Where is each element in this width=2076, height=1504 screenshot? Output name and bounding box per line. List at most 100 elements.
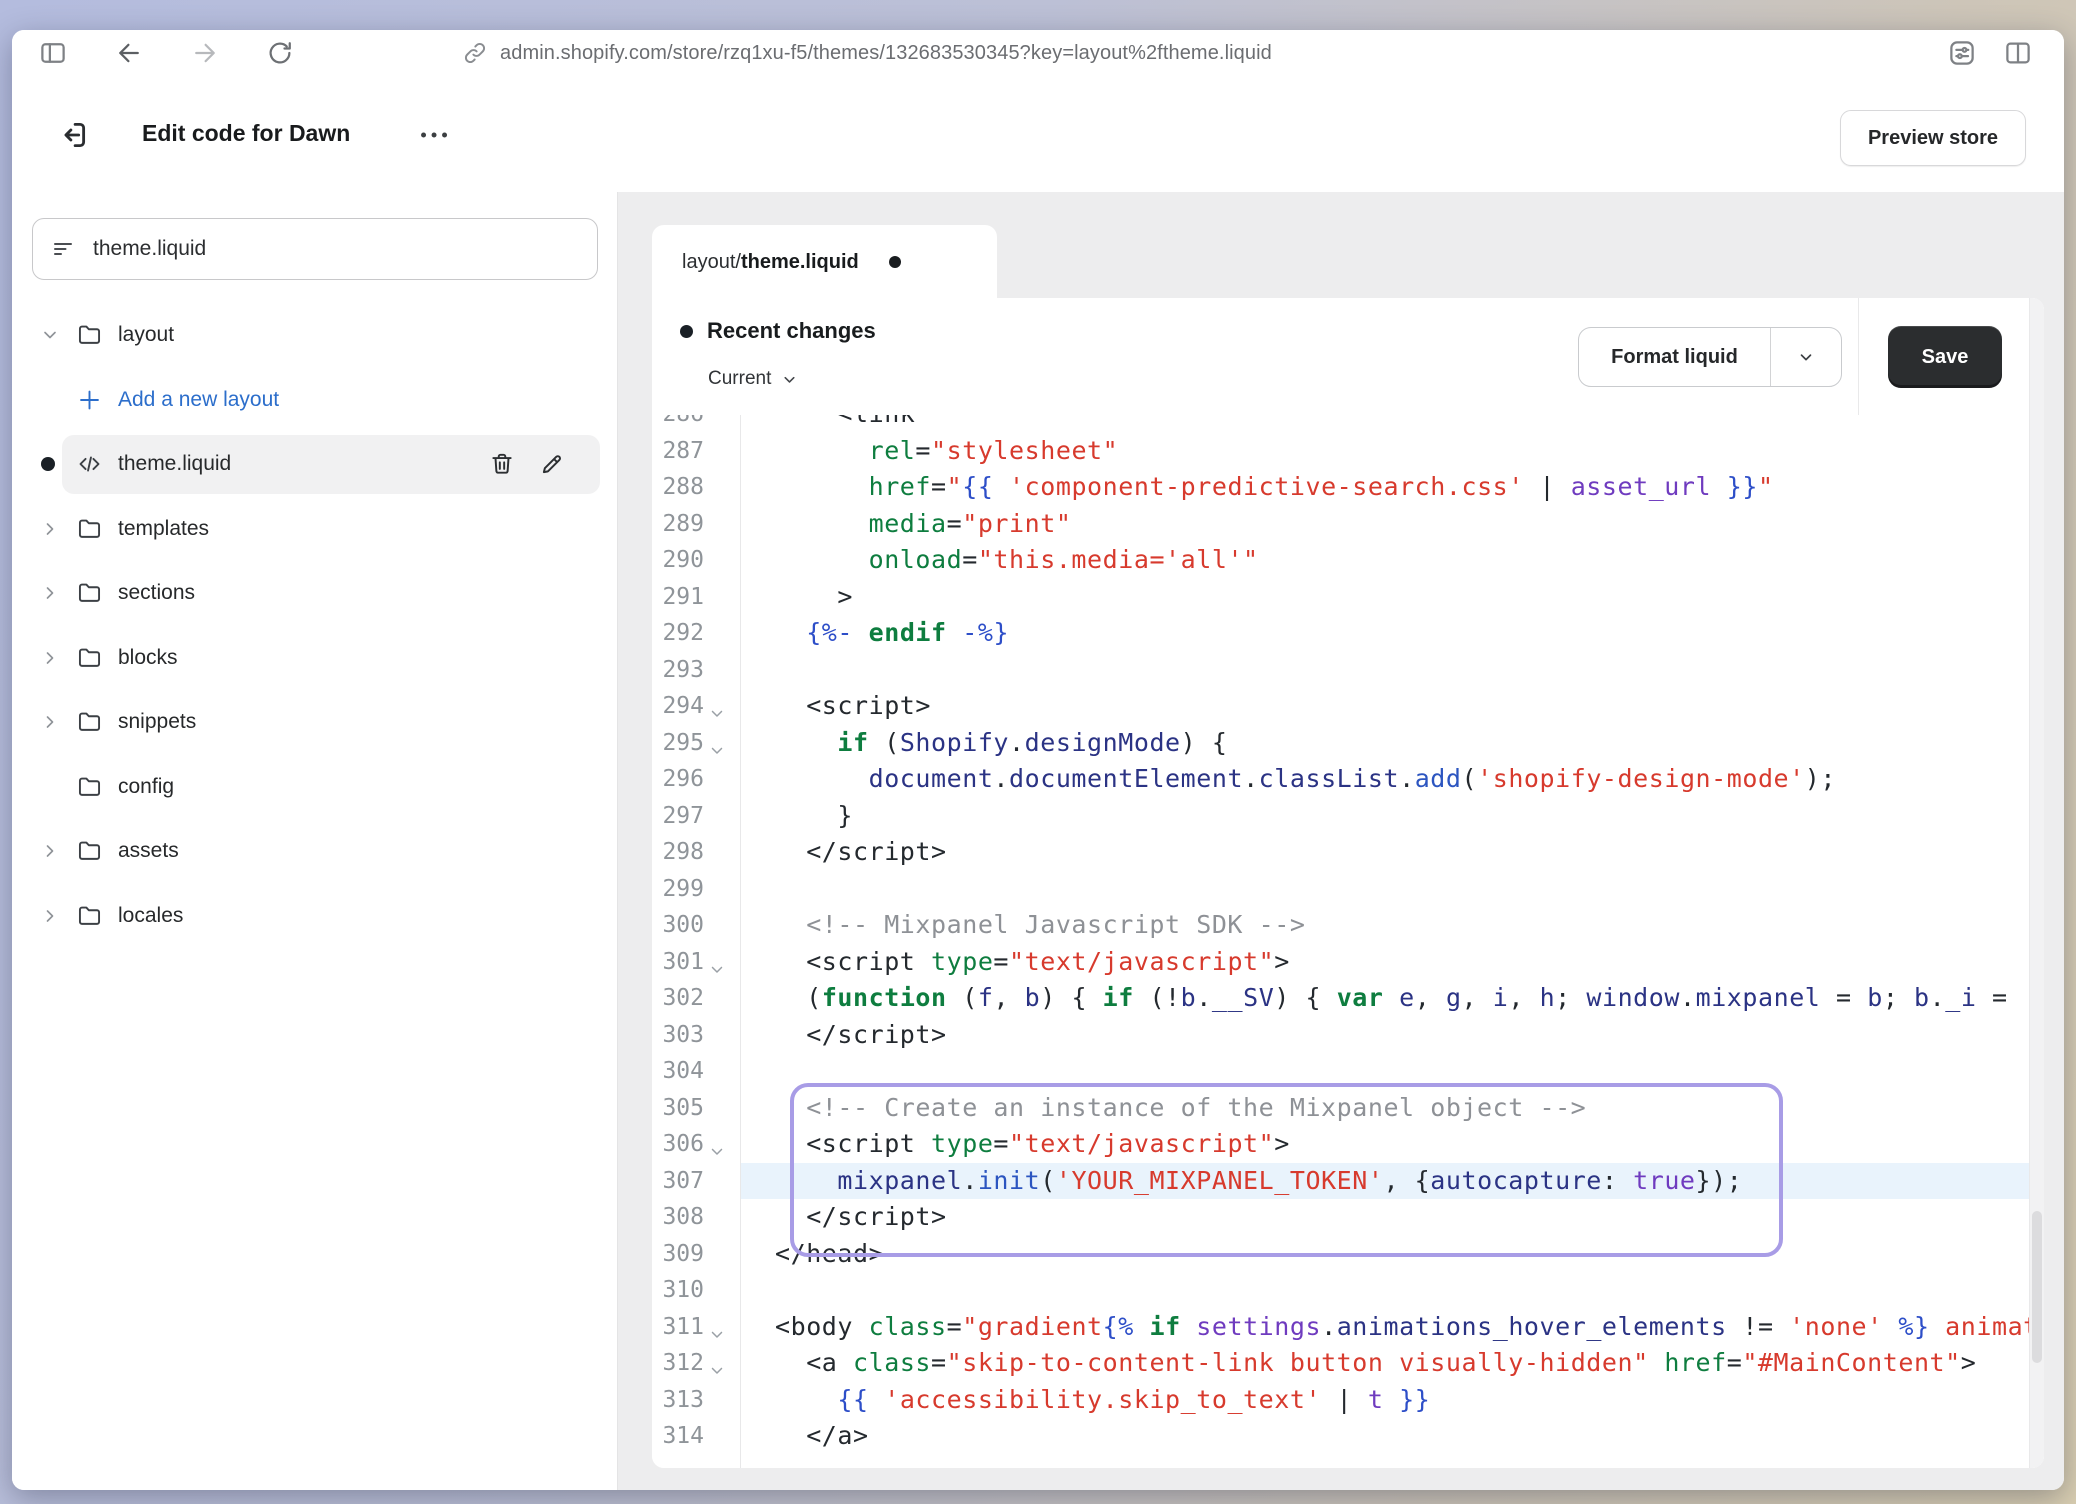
code-line-301[interactable]: 301 <script type="text/javascript">	[652, 944, 2044, 981]
tree-item-label: Add a new layout	[118, 388, 279, 412]
code-line-290[interactable]: 290 onload="this.media='all'"	[652, 542, 2044, 579]
delete-icon[interactable]	[489, 451, 515, 477]
code-line-294[interactable]: 294 <script>	[652, 688, 2044, 725]
chevron-right-icon[interactable]	[40, 648, 60, 668]
code-line-313[interactable]: 313 {{ 'accessibility.skip_to_text' | t …	[652, 1382, 2044, 1419]
line-number: 309	[652, 1236, 740, 1273]
tree-item-sections[interactable]: sections	[12, 561, 617, 626]
split-view-icon[interactable]	[2003, 38, 2033, 68]
code-line-310[interactable]: 310	[652, 1272, 2044, 1309]
url-bar[interactable]: admin.shopify.com/store/rzq1xu-f5/themes…	[462, 30, 1272, 76]
format-liquid-button[interactable]: Format liquid	[1578, 327, 1842, 387]
url-text: admin.shopify.com/store/rzq1xu-f5/themes…	[500, 42, 1272, 65]
folder-icon	[76, 902, 103, 929]
line-number: 305	[652, 1090, 740, 1127]
chevron-right-icon[interactable]	[40, 841, 60, 861]
code-line-300[interactable]: 300 <!-- Mixpanel Javascript SDK -->	[652, 907, 2044, 944]
chevron-right-icon[interactable]	[40, 712, 60, 732]
tree-item-templates[interactable]: templates	[12, 497, 617, 562]
back-icon[interactable]	[114, 38, 144, 68]
file-search-input[interactable]	[91, 236, 597, 262]
folder-icon	[76, 838, 103, 865]
code-line-306[interactable]: 306 <script type="text/javascript">	[652, 1126, 2044, 1163]
code-line-289[interactable]: 289 media="print"	[652, 506, 2044, 543]
fold-chevron-icon[interactable]	[708, 1318, 726, 1336]
format-options-caret[interactable]	[1770, 328, 1841, 386]
sidebar-toggle-icon[interactable]	[38, 38, 68, 68]
exit-editor-icon[interactable]	[56, 118, 90, 152]
code-line-287[interactable]: 287 rel="stylesheet"	[652, 433, 2044, 470]
code-line-311[interactable]: 311<body class="gradient{% if settings.a…	[652, 1309, 2044, 1346]
code-line-308[interactable]: 308 </script>	[652, 1199, 2044, 1236]
code-line-293[interactable]: 293	[652, 652, 2044, 689]
chevron-right-icon[interactable]	[40, 583, 60, 603]
code-line-312[interactable]: 312 <a class="skip-to-content-link butto…	[652, 1345, 2044, 1382]
save-button[interactable]: Save	[1888, 326, 2002, 388]
sidebar: layout Add a new layout theme.liquid templa…	[12, 192, 618, 1490]
preview-store-button[interactable]: Preview store	[1840, 110, 2026, 166]
code-line-content: <script type="text/javascript">	[740, 944, 2044, 981]
scrollbar-track[interactable]	[2029, 298, 2044, 1468]
tree-item-config[interactable]: config	[12, 755, 617, 820]
line-number: 286	[652, 415, 740, 433]
tree-item-theme-liquid[interactable]: theme.liquid	[12, 432, 617, 497]
chevron-right-icon[interactable]	[40, 906, 60, 926]
code-line-296[interactable]: 296 document.documentElement.classList.a…	[652, 761, 2044, 798]
tree-item-blocks[interactable]: blocks	[12, 626, 617, 691]
tree-item-add-a-new-layout[interactable]: Add a new layout	[12, 368, 617, 433]
tree-item-layout[interactable]: layout	[12, 303, 617, 368]
gutter-divider	[740, 415, 741, 1468]
code-line-291[interactable]: 291 >	[652, 579, 2044, 616]
code-line-297[interactable]: 297 }	[652, 798, 2044, 835]
code-line-content: <script>	[740, 688, 2044, 725]
file-search[interactable]	[32, 218, 598, 280]
tree-item-locales[interactable]: locales	[12, 884, 617, 949]
tree-item-snippets[interactable]: snippets	[12, 690, 617, 755]
code-line-content: if (Shopify.designMode) {	[740, 725, 2044, 762]
code-line-309[interactable]: 309</head>	[652, 1236, 2044, 1273]
code-line-295[interactable]: 295 if (Shopify.designMode) {	[652, 725, 2044, 762]
chevron-down-icon[interactable]	[40, 325, 60, 345]
line-number: 289	[652, 506, 740, 543]
line-number: 313	[652, 1382, 740, 1419]
code-editor[interactable]: 286 <link287 rel="stylesheet"288 href="{…	[652, 415, 2044, 1468]
more-menu-icon[interactable]	[414, 120, 456, 150]
code-line-303[interactable]: 303 </script>	[652, 1017, 2044, 1054]
fold-chevron-icon[interactable]	[708, 1136, 726, 1154]
code-line-304[interactable]: 304	[652, 1053, 2044, 1090]
page-settings-icon[interactable]	[1947, 38, 1977, 68]
tree-item-label: templates	[118, 517, 209, 541]
fold-chevron-icon[interactable]	[708, 698, 726, 716]
fold-chevron-icon[interactable]	[708, 734, 726, 752]
fold-chevron-icon[interactable]	[708, 953, 726, 971]
line-number: 294	[652, 688, 740, 725]
code-line-content: rel="stylesheet"	[740, 433, 2044, 470]
code-line-302[interactable]: 302 (function (f, b) { if (!b.__SV) { va…	[652, 980, 2044, 1017]
version-select[interactable]: Current	[708, 368, 798, 390]
fold-chevron-icon[interactable]	[708, 1355, 726, 1373]
tree-item-assets[interactable]: assets	[12, 819, 617, 884]
reload-icon[interactable]	[265, 38, 295, 68]
chevron-right-icon[interactable]	[40, 519, 60, 539]
screen: admin.shopify.com/store/rzq1xu-f5/themes…	[0, 0, 2076, 1504]
tree-item-label: sections	[118, 581, 195, 605]
code-line-299[interactable]: 299	[652, 871, 2044, 908]
code-line-292[interactable]: 292 {%- endif -%}	[652, 615, 2044, 652]
folder-icon	[76, 322, 103, 349]
browser-window: admin.shopify.com/store/rzq1xu-f5/themes…	[12, 30, 2064, 1490]
code-line-307[interactable]: 307 mixpanel.init('YOUR_MIXPANEL_TOKEN',…	[652, 1163, 2044, 1200]
line-number: 291	[652, 579, 740, 616]
forward-icon[interactable]	[190, 38, 220, 68]
file-tab[interactable]: layout/theme.liquid	[652, 225, 997, 299]
code-line-286[interactable]: 286 <link	[652, 415, 2044, 433]
line-number: 299	[652, 871, 740, 908]
rename-icon[interactable]	[539, 451, 565, 477]
editor-pane: layout/theme.liquid Recent changes Curre…	[618, 192, 2064, 1490]
code-line-305[interactable]: 305 <!-- Create an instance of the Mixpa…	[652, 1090, 2044, 1127]
scrollbar-thumb[interactable]	[2032, 1211, 2042, 1363]
line-number: 314	[652, 1418, 740, 1455]
code-line-314[interactable]: 314 </a>	[652, 1418, 2044, 1455]
line-number: 295	[652, 725, 740, 762]
code-line-288[interactable]: 288 href="{{ 'component-predictive-searc…	[652, 469, 2044, 506]
code-line-298[interactable]: 298 </script>	[652, 834, 2044, 871]
